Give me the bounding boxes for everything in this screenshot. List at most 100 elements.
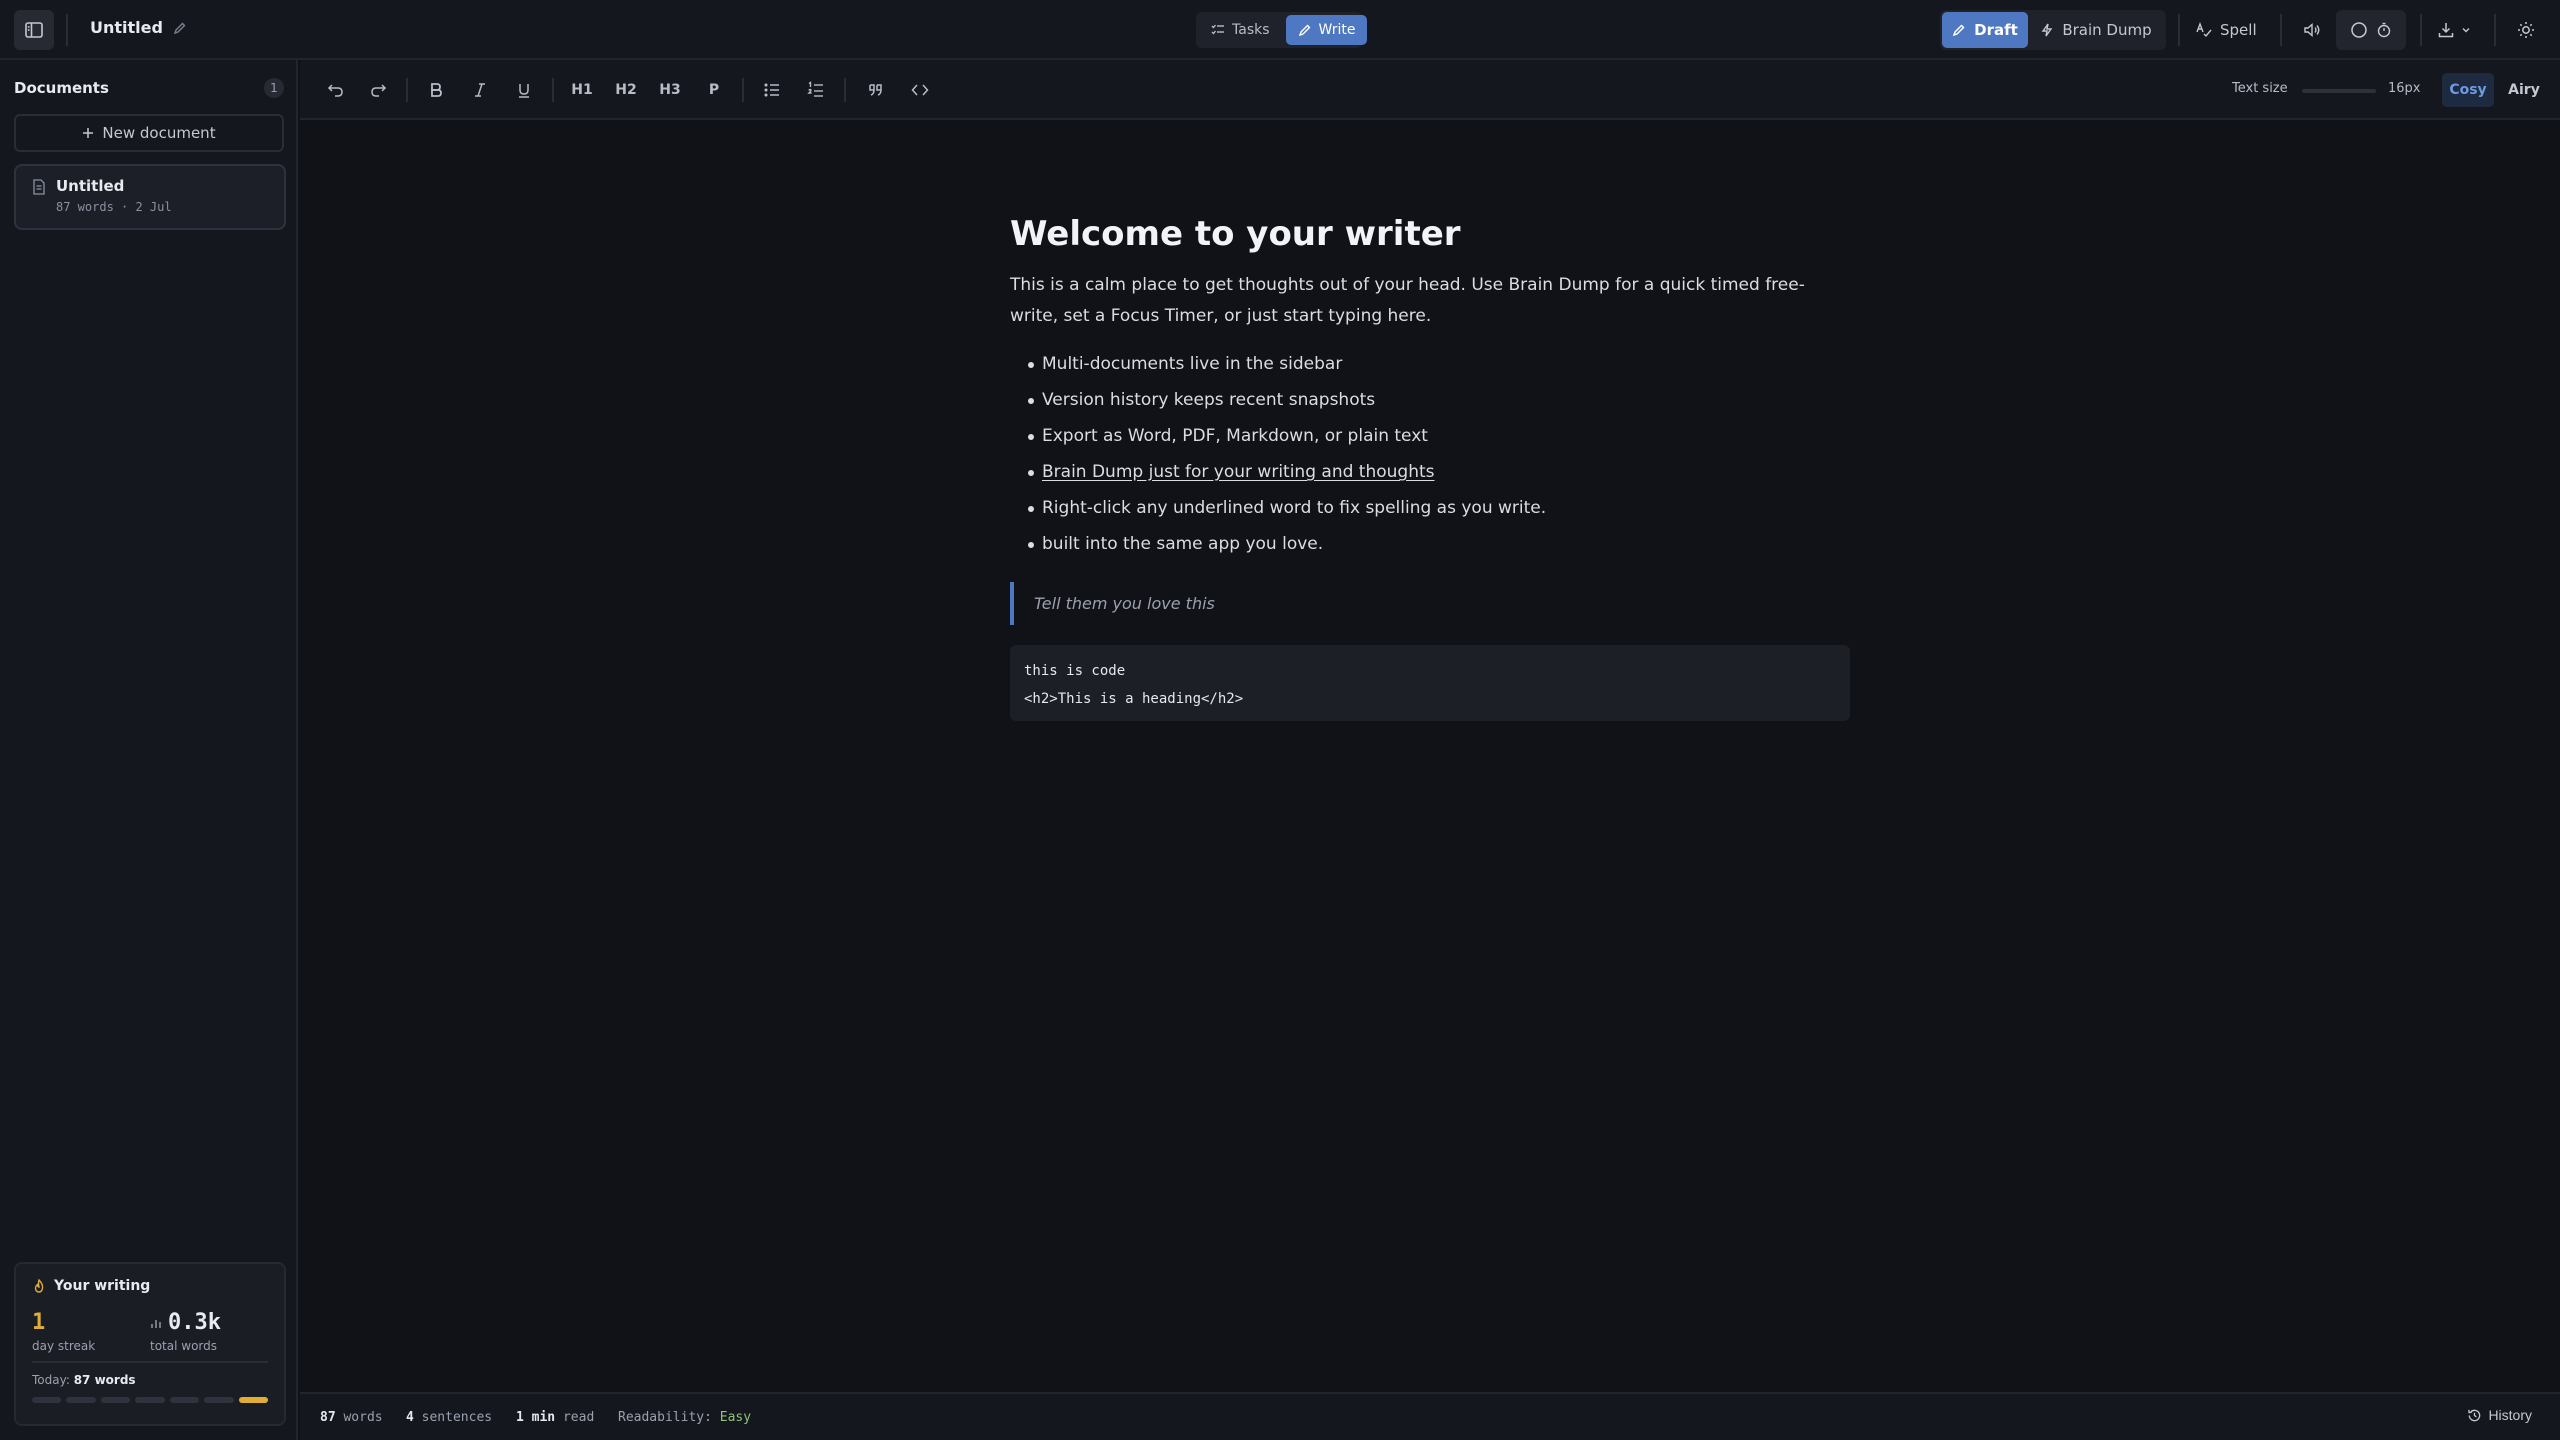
underline-icon	[519, 84, 529, 98]
draft-mode-switcher: Draft Brain Dump	[1940, 10, 2166, 50]
today-label: Today:	[32, 1373, 70, 1387]
blockquote[interactable]: Tell them you love this	[1010, 582, 1850, 625]
list-item[interactable]: Multi-documents live in the sidebar	[1010, 346, 1850, 382]
document-title-text: Untitled	[90, 18, 163, 37]
total-words-value-row: 0.3k	[150, 1310, 268, 1335]
document-meta: 87 words · 2 Jul	[56, 200, 172, 214]
divider	[844, 78, 846, 102]
bullet-list-button[interactable]	[760, 78, 784, 102]
sun-icon	[2518, 22, 2534, 38]
list-item[interactable]: Right-click any underlined word to fix s…	[1010, 490, 1850, 526]
total-words-label: total words	[150, 1339, 218, 1353]
list-item-text: Multi-documents live in the sidebar	[1042, 354, 1343, 374]
day-bar	[135, 1397, 165, 1403]
sidebar-item-document[interactable]: Untitled 87 words · 2 Jul	[14, 164, 286, 230]
history-button[interactable]: History	[2467, 1407, 2532, 1423]
tab-write[interactable]: Write	[1285, 15, 1368, 45]
text-size-label: Text size	[2232, 81, 2288, 96]
numbered-list-button[interactable]	[804, 78, 828, 102]
export-menu-button[interactable]	[2434, 18, 2474, 42]
day-bar	[32, 1397, 62, 1403]
density-airy-button[interactable]: Airy	[2500, 73, 2548, 107]
plus-icon	[83, 128, 94, 138]
document-title[interactable]: Untitled	[90, 18, 187, 37]
code-block[interactable]: this is code <h2>This is a heading</h2>	[1010, 645, 1850, 721]
pencil-icon	[1952, 24, 1965, 37]
lightning-icon	[2041, 23, 2053, 37]
readability-value: Easy	[719, 1410, 752, 1425]
tab-tasks-label: Tasks	[1232, 22, 1270, 38]
divider	[66, 14, 68, 46]
read-time: 1 min read	[516, 1410, 594, 1425]
editor-document[interactable]: Welcome to your writer This is a calm pl…	[1010, 212, 1850, 721]
task-list-icon	[1211, 24, 1224, 35]
sound-button[interactable]	[2300, 18, 2324, 42]
weekly-activity-bars	[32, 1397, 268, 1403]
heading-3-button[interactable]: H3	[658, 78, 682, 102]
document-heading[interactable]: Welcome to your writer	[1010, 212, 1850, 256]
sidebar-toggle-button[interactable]	[14, 10, 54, 50]
sentence-count-label: sentences	[421, 1410, 493, 1425]
list-item[interactable]: built into the same app you love.	[1010, 526, 1850, 562]
readability: Readability: Easy	[618, 1410, 751, 1425]
spell-check-icon	[2196, 22, 2212, 38]
history-icon	[2468, 1409, 2481, 1421]
paragraph-button[interactable]: P	[702, 78, 726, 102]
day-bar	[204, 1397, 234, 1403]
intro-paragraph[interactable]: This is a calm place to get thoughts out…	[1010, 270, 1850, 332]
spell-button[interactable]: Spell	[2196, 14, 2257, 46]
brain-dump-label: Brain Dump	[2062, 21, 2152, 39]
word-count: 87 words	[320, 1410, 383, 1425]
undo-button[interactable]	[324, 78, 348, 102]
sentence-count: 4 sentences	[406, 1410, 492, 1425]
italic-button[interactable]	[468, 78, 492, 102]
download-icon	[2438, 23, 2454, 38]
new-document-label: New document	[102, 124, 216, 142]
heading-2-button[interactable]: H2	[614, 78, 638, 102]
code-line: <h2>This is a heading</h2>	[1024, 691, 1244, 707]
writing-stats-title: Your writing	[54, 1278, 151, 1294]
bold-button[interactable]	[424, 78, 448, 102]
read-time-label: read	[562, 1410, 595, 1425]
pencil-icon[interactable]	[173, 21, 187, 35]
day-bar	[100, 1397, 131, 1403]
list-item[interactable]: Brain Dump just for your writing and tho…	[1010, 454, 1850, 490]
writing-stats-card: Your writing 1 day streak 0.3k total wor…	[14, 1262, 286, 1426]
read-time-value: 1 min	[516, 1410, 556, 1425]
code-block-button[interactable]	[908, 78, 932, 102]
redo-button[interactable]	[366, 78, 390, 102]
sidebar-panel-icon	[25, 22, 43, 38]
circle-icon	[2351, 22, 2367, 38]
focus-timer-button[interactable]	[2336, 10, 2406, 50]
underline-button[interactable]	[512, 78, 536, 102]
divider	[2178, 14, 2180, 46]
streak-value: 1	[32, 1310, 46, 1335]
document-icon	[33, 179, 45, 195]
document-name: Untitled	[56, 177, 125, 195]
quote-icon	[869, 84, 882, 96]
day-bar	[66, 1397, 96, 1403]
bullet-list-icon	[764, 83, 779, 97]
blockquote-button[interactable]	[864, 78, 888, 102]
theme-toggle-button[interactable]	[2514, 18, 2538, 42]
brain-dump-button[interactable]: Brain Dump	[2028, 12, 2164, 48]
history-label: History	[2488, 1407, 2532, 1423]
tab-tasks[interactable]: Tasks	[1199, 15, 1282, 45]
new-document-button[interactable]: New document	[14, 114, 284, 152]
sentence-count-value: 4	[406, 1410, 414, 1425]
list-item-text: Brain Dump just for your writing and tho…	[1042, 462, 1435, 482]
density-cosy-button[interactable]: Cosy	[2442, 73, 2494, 107]
italic-icon	[475, 83, 485, 97]
text-size-slider-track[interactable]	[2302, 89, 2376, 93]
word-count-value: 87	[320, 1410, 336, 1425]
divider	[32, 1361, 268, 1363]
list-item-text: built into the same app you love.	[1042, 534, 1324, 554]
divider	[2494, 14, 2496, 46]
pencil-icon	[1298, 24, 1311, 37]
total-words-value: 0.3k	[168, 1310, 221, 1335]
list-item[interactable]: Export as Word, PDF, Markdown, or plain …	[1010, 418, 1850, 454]
bullet-list: Multi-documents live in the sidebar Vers…	[1010, 346, 1850, 562]
draft-button[interactable]: Draft	[1942, 12, 2028, 48]
heading-1-button[interactable]: H1	[570, 78, 594, 102]
list-item[interactable]: Version history keeps recent snapshots	[1010, 382, 1850, 418]
